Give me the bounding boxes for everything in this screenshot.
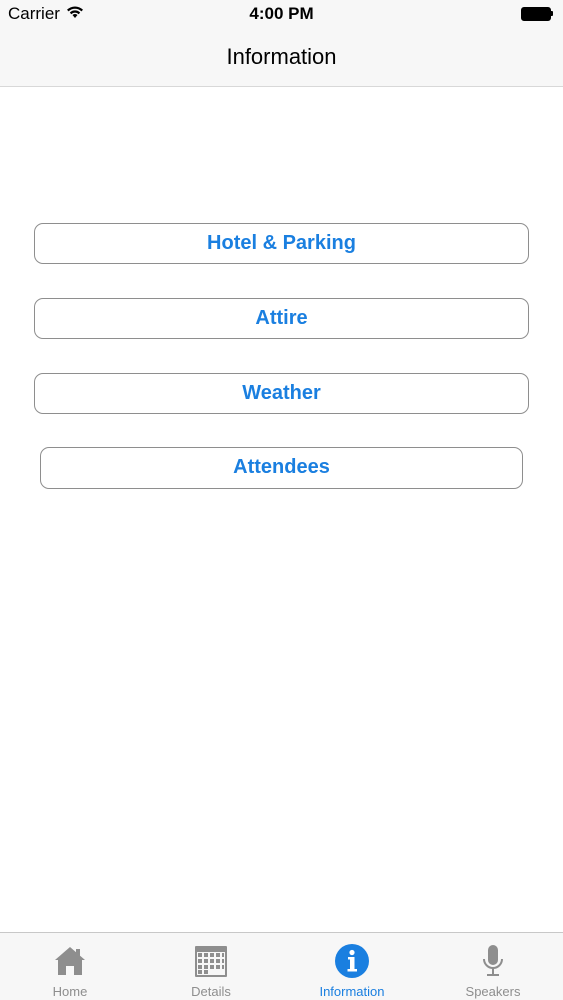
tab-information[interactable]: Information	[282, 933, 422, 1000]
status-bar: Carrier 4:00 PM	[0, 0, 563, 28]
tab-label-information: Information	[319, 984, 385, 999]
weather-button[interactable]: Weather	[34, 373, 529, 414]
microphone-icon	[475, 943, 511, 979]
battery-icon	[521, 7, 555, 21]
attire-button[interactable]: Attire	[34, 298, 529, 339]
navigation-bar: Information	[0, 28, 563, 87]
app-screen: Carrier 4:00 PM Information Hotel & Park…	[0, 0, 563, 1000]
tab-label-details: Details	[191, 984, 231, 999]
calendar-icon	[193, 943, 229, 979]
info-icon	[334, 943, 370, 979]
status-time: 4:00 PM	[249, 4, 314, 23]
tab-label-speakers: Speakers	[465, 984, 521, 999]
attendees-button[interactable]: Attendees	[40, 447, 523, 489]
tab-details[interactable]: Details	[141, 933, 281, 1000]
page-title: Information	[226, 44, 337, 69]
tab-home[interactable]: Home	[0, 933, 140, 1000]
tab-speakers[interactable]: Speakers	[423, 933, 563, 1000]
tab-bar: Home Details Information Speakers	[0, 932, 563, 1000]
home-icon	[52, 943, 88, 979]
hotel-parking-button[interactable]: Hotel & Parking	[34, 223, 529, 264]
tab-label-home: Home	[52, 984, 88, 999]
